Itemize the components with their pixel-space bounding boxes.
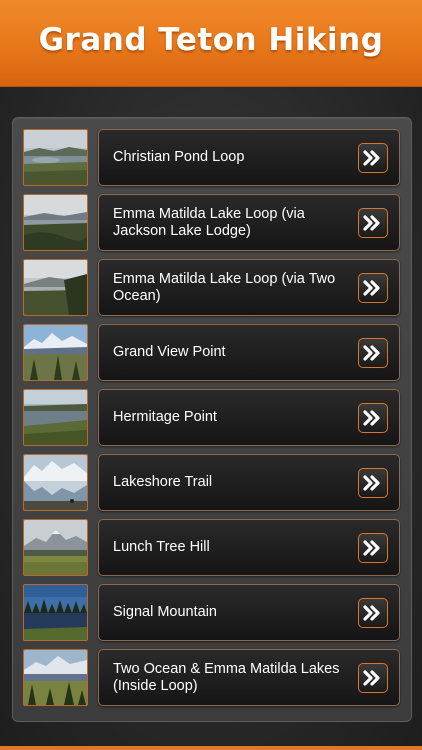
- trail-thumbnail[interactable]: [23, 194, 88, 251]
- double-chevron-right-icon: [363, 215, 383, 231]
- trail-row[interactable]: Grand View Point: [23, 324, 400, 381]
- double-chevron-right-icon: [363, 280, 383, 296]
- trail-row[interactable]: Lunch Tree Hill: [23, 519, 400, 576]
- trail-thumbnail[interactable]: [23, 519, 88, 576]
- trail-name: Two Ocean & Emma Matilda Lakes (Inside L…: [113, 660, 340, 694]
- trail-name: Emma Matilda Lake Loop (via Jackson Lake…: [113, 205, 305, 239]
- double-chevron-right-icon: [363, 410, 383, 426]
- open-trail-button[interactable]: [358, 143, 388, 173]
- trail-card[interactable]: Emma Matilda Lake Loop (via Jackson Lake…: [98, 194, 400, 251]
- open-trail-button[interactable]: [358, 663, 388, 693]
- trail-row[interactable]: Signal Mountain: [23, 584, 400, 641]
- open-trail-button[interactable]: [358, 273, 388, 303]
- double-chevron-right-icon: [363, 670, 383, 686]
- trail-thumbnail[interactable]: [23, 649, 88, 706]
- open-trail-button[interactable]: [358, 403, 388, 433]
- trail-name: Christian Pond Loop: [113, 149, 245, 165]
- trail-thumbnail[interactable]: [23, 324, 88, 381]
- open-trail-button[interactable]: [358, 468, 388, 498]
- trail-name: Signal Mountain: [113, 604, 217, 620]
- trail-card[interactable]: Grand View Point: [98, 324, 400, 381]
- trail-card[interactable]: Lunch Tree Hill: [98, 519, 400, 576]
- double-chevron-right-icon: [363, 475, 383, 491]
- trail-name: Grand View Point: [113, 344, 226, 360]
- trail-thumbnail[interactable]: [23, 389, 88, 446]
- trail-row[interactable]: Two Ocean & Emma Matilda Lakes (Inside L…: [23, 649, 400, 706]
- trail-thumbnail[interactable]: [23, 129, 88, 186]
- trail-row[interactable]: Christian Pond Loop: [23, 129, 400, 186]
- trail-name: Hermitage Point: [113, 409, 217, 425]
- trail-thumbnail[interactable]: [23, 454, 88, 511]
- double-chevron-right-icon: [363, 345, 383, 361]
- trail-card[interactable]: Hermitage Point: [98, 389, 400, 446]
- trail-row[interactable]: Emma Matilda Lake Loop (via Two Ocean): [23, 259, 400, 316]
- trail-card[interactable]: Signal Mountain: [98, 584, 400, 641]
- trail-name: Emma Matilda Lake Loop (via Two Ocean): [113, 270, 336, 304]
- double-chevron-right-icon: [363, 540, 383, 556]
- trail-row[interactable]: Lakeshore Trail: [23, 454, 400, 511]
- trail-card[interactable]: Lakeshore Trail: [98, 454, 400, 511]
- double-chevron-right-icon: [363, 150, 383, 166]
- trail-card[interactable]: Two Ocean & Emma Matilda Lakes (Inside L…: [98, 649, 400, 706]
- open-trail-button[interactable]: [358, 208, 388, 238]
- open-trail-button[interactable]: [358, 338, 388, 368]
- trail-card[interactable]: Christian Pond Loop: [98, 129, 400, 186]
- open-trail-button[interactable]: [358, 598, 388, 628]
- double-chevron-right-icon: [363, 605, 383, 621]
- trail-row[interactable]: Emma Matilda Lake Loop (via Jackson Lake…: [23, 194, 400, 251]
- trail-thumbnail[interactable]: [23, 584, 88, 641]
- open-trail-button[interactable]: [358, 533, 388, 563]
- app-title: Grand Teton Hiking: [38, 22, 384, 58]
- trail-name: Lakeshore Trail: [113, 474, 213, 490]
- trail-thumbnail[interactable]: [23, 259, 88, 316]
- trail-card[interactable]: Emma Matilda Lake Loop (via Two Ocean): [98, 259, 400, 316]
- app-header: Grand Teton Hiking: [0, 0, 422, 87]
- bottom-accent-bar: [0, 746, 422, 750]
- trail-name: Lunch Tree Hill: [113, 539, 210, 555]
- trail-row[interactable]: Hermitage Point: [23, 389, 400, 446]
